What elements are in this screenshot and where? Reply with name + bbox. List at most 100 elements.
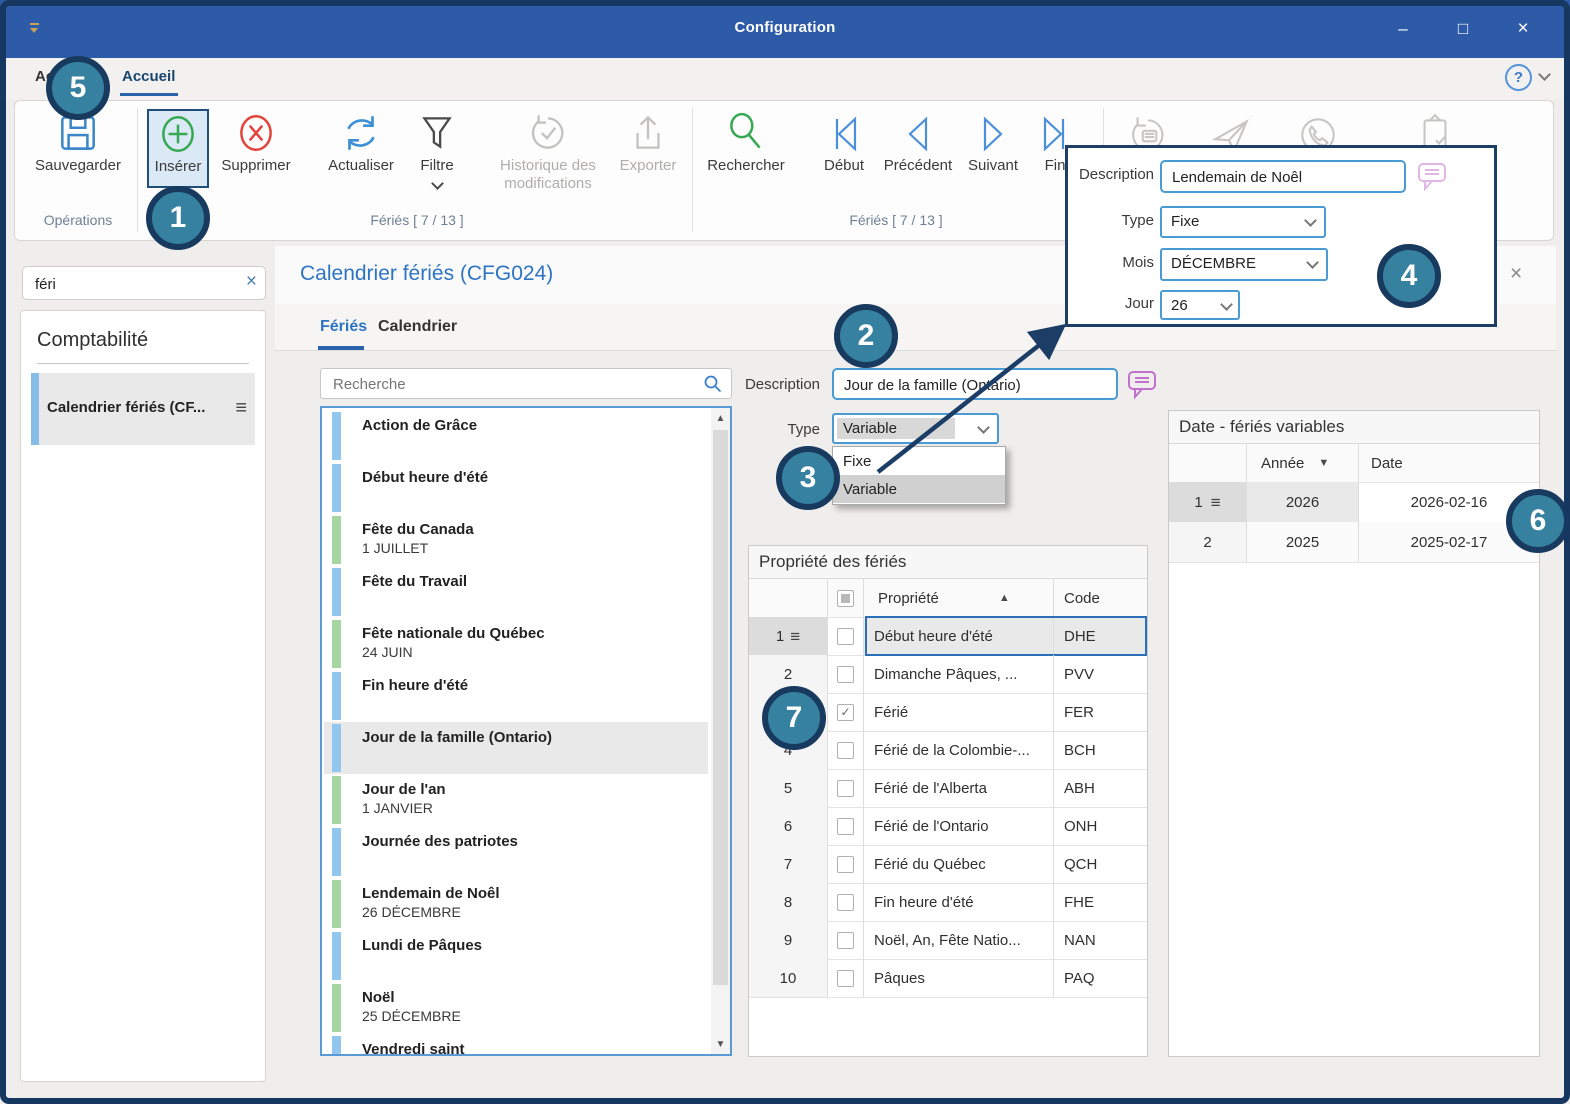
tab-feries[interactable]: Fériés <box>320 318 367 336</box>
list-item[interactable]: Fête du Travail <box>324 566 708 618</box>
table-row[interactable]: 8 Fin heure d'été FHE <box>749 883 1147 922</box>
checkbox[interactable] <box>837 856 854 873</box>
list-item[interactable]: Vendredi saint <box>324 1034 708 1056</box>
close-button[interactable]: × <box>1506 14 1540 44</box>
checkbox[interactable] <box>837 970 854 987</box>
header-date[interactable]: Date <box>1359 444 1539 482</box>
list-item[interactable]: Lundi de Pâques <box>324 930 708 982</box>
table-row[interactable]: 1≡ Début heure d'été DHE <box>749 617 1147 656</box>
table-row[interactable]: 9 Noël, An, Fête Natio... NAN <box>749 921 1147 960</box>
header-property[interactable]: Propriété▲ <box>864 579 1054 617</box>
list-item[interactable]: Journée des patriotes <box>324 826 708 878</box>
filter-button[interactable]: Filtre <box>408 110 466 192</box>
sidebar-search-input[interactable] <box>33 271 227 297</box>
list-item[interactable]: Lendemain de Noêl26 DÉCEMBRE <box>324 878 708 930</box>
callout-badge-1: 1 <box>146 186 210 250</box>
list-item[interactable]: Fête du Canada1 JUILLET <box>324 514 708 566</box>
table-row[interactable]: 6 Férié de l'Ontario ONH <box>749 807 1147 846</box>
group-label-feries-nav: Fériés [ 7 / 13 ] <box>700 212 1092 228</box>
scroll-up-icon[interactable]: ▲ <box>711 408 730 428</box>
row-menu-icon[interactable]: ≡ <box>790 628 800 645</box>
checkbox[interactable] <box>837 932 854 949</box>
title-bar: Configuration – □ × <box>0 0 1570 58</box>
type-bar <box>332 672 341 720</box>
search-icon[interactable] <box>703 374 723 394</box>
popup-month-dropdown[interactable]: DÉCEMBRE <box>1160 248 1328 281</box>
search-button[interactable]: Rechercher <box>700 110 792 175</box>
table-row[interactable]: 2 2025 2025-02-17 <box>1169 522 1539 563</box>
minimize-button[interactable]: – <box>1386 14 1420 44</box>
popup-day-dropdown[interactable]: 26 <box>1160 290 1240 320</box>
type-bar <box>332 984 341 1032</box>
holiday-list[interactable]: Action de Grâce Début heure d'été Fête d… <box>320 406 732 1056</box>
chevron-down-icon <box>1304 214 1317 227</box>
ribbon-separator <box>137 108 138 232</box>
insert-button[interactable]: Insérer <box>148 111 208 176</box>
table-row[interactable]: 10 Pâques PAQ <box>749 959 1147 998</box>
holiday-search-input[interactable] <box>331 372 695 397</box>
refresh-icon <box>338 110 384 156</box>
list-item[interactable]: Jour de l'an1 JANVIER <box>324 774 708 826</box>
callout-badge-5: 5 <box>46 56 110 120</box>
table-row[interactable]: 5 Férié de l'Alberta ABH <box>749 769 1147 808</box>
divider <box>37 363 249 364</box>
row-menu-icon[interactable]: ≡ <box>1211 494 1221 511</box>
tab-accueil[interactable]: Accueil <box>122 68 175 85</box>
maximize-button[interactable]: □ <box>1446 14 1480 44</box>
previous-button[interactable]: Précédent <box>874 112 962 175</box>
first-button[interactable]: Début <box>818 112 870 175</box>
sidebar-item-calendrier-feries[interactable]: Calendrier fériés (CF... ≡ <box>31 373 255 445</box>
type-bar <box>332 932 341 980</box>
list-item[interactable]: Action de Grâce <box>324 410 708 462</box>
indeterminate-checkbox-icon[interactable] <box>837 590 854 607</box>
scrollbar-thumb[interactable] <box>713 430 728 985</box>
group-label-feries: Fériés [ 7 / 13 ] <box>148 212 686 228</box>
popup-description-input[interactable] <box>1170 165 1396 189</box>
checkbox[interactable] <box>837 780 854 797</box>
scrollbar[interactable]: ▲ ▼ <box>711 408 730 1054</box>
popup-description-label: Description <box>1068 166 1154 183</box>
type-bar <box>332 724 341 772</box>
export-up-arrow-icon <box>625 110 671 156</box>
table-row[interactable]: 7 Férié du Québec QCH <box>749 845 1147 884</box>
properties-panel: Propriété des fériés Propriété▲ Code 1≡ … <box>748 545 1148 1057</box>
clear-search-icon[interactable]: × <box>246 271 257 293</box>
sidebar-panel: Comptabilité Calendrier fériés (CF... ≡ <box>20 310 266 1082</box>
header-year[interactable]: Année▼ <box>1247 444 1359 482</box>
help-icon[interactable]: ? <box>1505 64 1532 91</box>
comment-icon-disabled <box>1416 160 1448 193</box>
header-checkbox[interactable] <box>828 579 864 617</box>
item-menu-icon[interactable]: ≡ <box>235 397 247 420</box>
type-bar <box>332 880 341 928</box>
callout-badge-6: 6 <box>1506 489 1570 553</box>
previous-record-icon <box>896 112 940 156</box>
delete-button[interactable]: Supprimer <box>212 110 300 175</box>
list-item[interactable]: Début heure d'été <box>324 462 708 514</box>
list-item[interactable]: Noël25 DÉCEMBRE <box>324 982 708 1034</box>
callout-badge-4: 4 <box>1377 244 1441 308</box>
tab-calendrier[interactable]: Calendrier <box>378 318 457 336</box>
next-record-icon <box>971 112 1015 156</box>
comment-icon[interactable] <box>1126 368 1158 401</box>
list-item[interactable]: Fête nationale du Québec24 JUIN <box>324 618 708 670</box>
popup-type-dropdown[interactable]: Fixe <box>1160 206 1326 238</box>
refresh-button[interactable]: Actualiser <box>318 110 404 175</box>
next-button[interactable]: Suivant <box>962 112 1024 175</box>
list-item[interactable]: Fin heure d'été <box>324 670 708 722</box>
checkbox[interactable] <box>837 742 854 759</box>
table-row[interactable]: 2 Dimanche Pâques, ... PVV <box>749 655 1147 694</box>
dates-panel-title: Date - fériés variables <box>1169 411 1539 444</box>
sort-desc-icon: ▼ <box>1318 457 1329 469</box>
checkbox-checked[interactable]: ✓ <box>837 704 854 721</box>
table-row-selected[interactable]: 1≡ 2026 2026-02-16 <box>1169 482 1539 523</box>
document-close-icon[interactable]: × <box>1510 262 1522 286</box>
checkbox[interactable] <box>837 818 854 835</box>
header-code[interactable]: Code <box>1054 579 1147 617</box>
checkbox[interactable] <box>837 666 854 683</box>
checkbox[interactable] <box>837 628 854 645</box>
type-bar <box>332 1036 341 1056</box>
list-item-selected[interactable]: Jour de la famille (Ontario) <box>324 722 708 774</box>
scroll-down-icon[interactable]: ▼ <box>711 1034 730 1054</box>
checkbox[interactable] <box>837 894 854 911</box>
filter-dropdown-chevron-icon[interactable] <box>431 177 444 190</box>
